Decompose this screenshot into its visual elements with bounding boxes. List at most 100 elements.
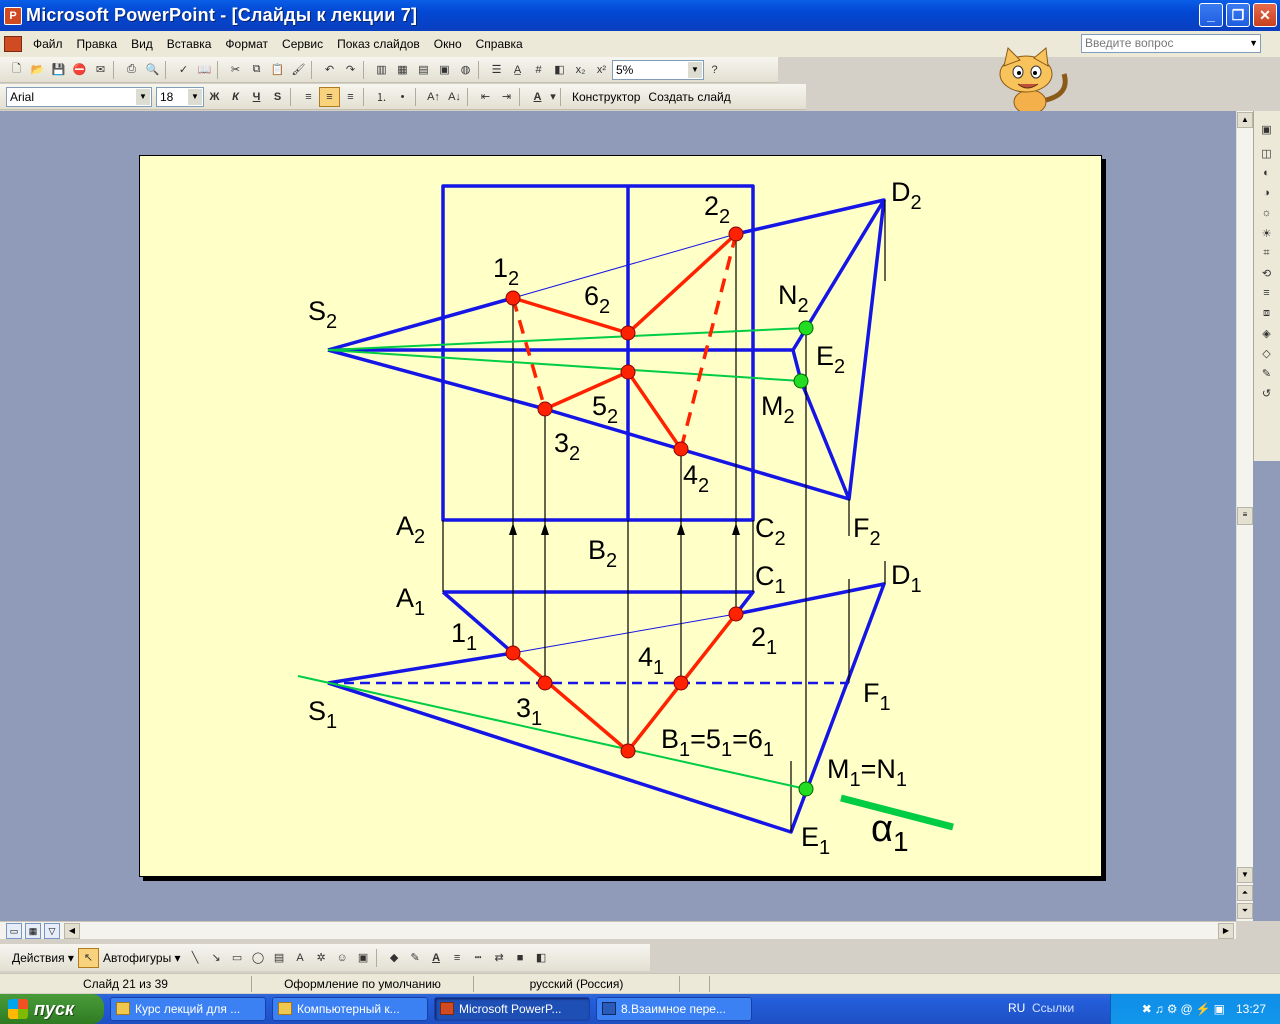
align-left-icon[interactable]: ≡ bbox=[298, 87, 319, 107]
scroll-up-icon[interactable]: ▲ bbox=[1237, 112, 1253, 128]
brightness-icon[interactable]: ◑ bbox=[1256, 183, 1277, 203]
decrease-font-icon[interactable]: A↓ bbox=[444, 87, 465, 107]
color-grayscale-icon[interactable]: ◧ bbox=[549, 60, 570, 80]
office-assistant-cat-icon[interactable] bbox=[980, 44, 1080, 116]
fill-color-icon[interactable]: ◆ bbox=[384, 948, 405, 968]
preview-icon[interactable]: 🔍 bbox=[142, 60, 163, 80]
slide-canvas[interactable]: D2 22 12 62 N2 S2 E2 M2 52 32 42 A2 C2 B… bbox=[139, 155, 1102, 877]
expand-all-icon[interactable]: ☰ bbox=[486, 60, 507, 80]
font-color-icon[interactable]: A bbox=[426, 948, 447, 968]
increase-indent-icon[interactable]: ⇥ bbox=[496, 87, 517, 107]
chevron-down-icon[interactable]: ▼ bbox=[136, 88, 150, 105]
line-color-icon[interactable]: ✎ bbox=[405, 948, 426, 968]
picture-icon[interactable]: ▣ bbox=[353, 948, 374, 968]
transparent-color-icon[interactable]: ✎ bbox=[1256, 363, 1277, 383]
dash-style-icon[interactable]: ┅ bbox=[468, 948, 489, 968]
shadow-style-icon[interactable]: ■ bbox=[510, 948, 531, 968]
insert-table-icon[interactable]: ▦ bbox=[392, 60, 413, 80]
crop-tool-icon[interactable]: ⌗ bbox=[1256, 243, 1277, 263]
arrow-icon[interactable]: ↘ bbox=[206, 948, 227, 968]
task-powerpoint[interactable]: Microsoft PowerP... bbox=[434, 997, 590, 1021]
menu-edit[interactable]: Правка bbox=[70, 37, 125, 51]
scroll-thumb[interactable]: ≡ bbox=[1237, 507, 1253, 525]
task-course-lectures[interactable]: Курс лекций для ... bbox=[110, 997, 266, 1021]
format-painter-icon[interactable]: 🖌 bbox=[288, 60, 309, 80]
tables-borders-icon[interactable]: ▤ bbox=[413, 60, 434, 80]
show-formatting-icon[interactable]: A̲ bbox=[507, 60, 528, 80]
permission-icon[interactable]: ⛔ bbox=[69, 60, 90, 80]
align-right-icon[interactable]: ≡ bbox=[340, 87, 361, 107]
previous-slide-icon[interactable]: ⏶ bbox=[1237, 885, 1253, 901]
font-size-select[interactable]: 18 ▼ bbox=[156, 86, 204, 107]
spelling-icon[interactable]: ✓ bbox=[173, 60, 194, 80]
help-search-input[interactable]: Введите вопрос ▼ bbox=[1081, 34, 1261, 53]
menu-window[interactable]: Окно bbox=[427, 37, 469, 51]
actions-menu[interactable]: Действия ▾ bbox=[8, 951, 78, 965]
save-icon[interactable]: 💾 bbox=[48, 60, 69, 80]
insert-picture-icon[interactable]: ▣ bbox=[434, 60, 455, 80]
chevron-down-icon[interactable]: ▼ bbox=[188, 88, 202, 105]
menu-help[interactable]: Справка bbox=[469, 37, 530, 51]
menu-view[interactable]: Вид bbox=[124, 37, 160, 51]
new-slide-button[interactable]: Создать слайд bbox=[644, 90, 734, 104]
rectangle-icon[interactable]: ▭ bbox=[227, 948, 248, 968]
insert-picture-icon[interactable]: ▣ bbox=[1256, 119, 1277, 139]
undo-icon[interactable]: ↶ bbox=[319, 60, 340, 80]
powerpoint-icon[interactable]: P bbox=[4, 6, 22, 25]
3d-style-icon[interactable]: ◧ bbox=[531, 948, 552, 968]
help-icon[interactable]: ? bbox=[704, 60, 725, 80]
scroll-right-icon[interactable]: ▶ bbox=[1218, 923, 1234, 939]
horizontal-scrollbar[interactable]: ▭ ▦ ▽ ◀ ▶ bbox=[0, 921, 1236, 939]
contrast-icon[interactable]: ◐ bbox=[1256, 163, 1277, 183]
underline-button[interactable]: Ч bbox=[246, 87, 267, 107]
arrow-style-icon[interactable]: ⇄ bbox=[489, 948, 510, 968]
numbering-icon[interactable]: ⒈ bbox=[371, 87, 392, 107]
links-toolbar[interactable]: Ссылки bbox=[1032, 1001, 1074, 1015]
research-icon[interactable]: 📖 bbox=[194, 60, 215, 80]
designer-button[interactable]: Конструктор bbox=[568, 90, 644, 104]
line-icon[interactable]: ╲ bbox=[185, 948, 206, 968]
task-computer[interactable]: Компьютерный к... bbox=[272, 997, 428, 1021]
reset-picture-icon[interactable]: ↺ bbox=[1256, 383, 1277, 403]
line-style-icon[interactable]: ≡ bbox=[447, 948, 468, 968]
menu-slideshow[interactable]: Показ слайдов bbox=[330, 37, 427, 51]
redo-icon[interactable]: ↷ bbox=[340, 60, 361, 80]
restore-button[interactable]: ❐ bbox=[1226, 3, 1250, 27]
oval-icon[interactable]: ◯ bbox=[248, 948, 269, 968]
menu-insert[interactable]: Вставка bbox=[160, 37, 219, 51]
minimize-button[interactable]: _ bbox=[1199, 3, 1223, 27]
paste-icon[interactable]: 📋 bbox=[267, 60, 288, 80]
compress-icon[interactable]: ⧈ bbox=[1256, 303, 1277, 323]
tray-icons[interactable]: ✖♫⚙@⚡▣ bbox=[1142, 1002, 1228, 1016]
normal-view-icon[interactable]: ▭ bbox=[6, 923, 22, 939]
increase-font-icon[interactable]: A↑ bbox=[423, 87, 444, 107]
chevron-down-icon[interactable]: ▼ bbox=[1249, 35, 1258, 52]
select-objects-icon[interactable]: ↖ bbox=[77, 947, 99, 968]
bullets-icon[interactable]: • bbox=[392, 87, 413, 107]
menu-file[interactable]: Файл bbox=[26, 37, 70, 51]
start-button[interactable]: пуск bbox=[0, 994, 104, 1024]
close-button[interactable]: ✕ bbox=[1253, 3, 1277, 27]
chevron-down-icon[interactable]: ▾ bbox=[548, 87, 558, 107]
vertical-scrollbar[interactable]: ▲ ≡ ▼ ⏶ ⏷ bbox=[1236, 111, 1253, 921]
keyboard-language[interactable]: RU bbox=[1008, 1001, 1025, 1015]
menu-format[interactable]: Формат bbox=[218, 37, 275, 51]
copy-icon[interactable]: ⧉ bbox=[246, 60, 267, 80]
format-picture-icon[interactable]: ◇ bbox=[1256, 343, 1277, 363]
font-color-icon[interactable]: A bbox=[527, 87, 548, 107]
align-center-icon[interactable]: ≡ bbox=[319, 86, 340, 107]
brightness-up-icon[interactable]: ☼ bbox=[1256, 203, 1277, 223]
menu-tools[interactable]: Сервис bbox=[275, 37, 330, 51]
italic-button[interactable]: К bbox=[225, 87, 246, 107]
scroll-left-icon[interactable]: ◀ bbox=[64, 923, 80, 939]
document-icon[interactable] bbox=[4, 36, 22, 52]
insert-chart-icon[interactable]: ▥ bbox=[371, 60, 392, 80]
line-style-icon[interactable]: ≡ bbox=[1256, 283, 1277, 303]
next-slide-icon[interactable]: ⏷ bbox=[1237, 903, 1253, 919]
chevron-down-icon[interactable]: ▼ bbox=[688, 61, 702, 78]
wordart-icon[interactable]: A bbox=[290, 948, 311, 968]
clipart-icon[interactable]: ☺ bbox=[332, 948, 353, 968]
brightness-down-icon[interactable]: ☀ bbox=[1256, 223, 1277, 243]
zoom-select[interactable]: 5% ▼ bbox=[612, 59, 704, 80]
font-select[interactable]: Arial ▼ bbox=[6, 86, 152, 107]
